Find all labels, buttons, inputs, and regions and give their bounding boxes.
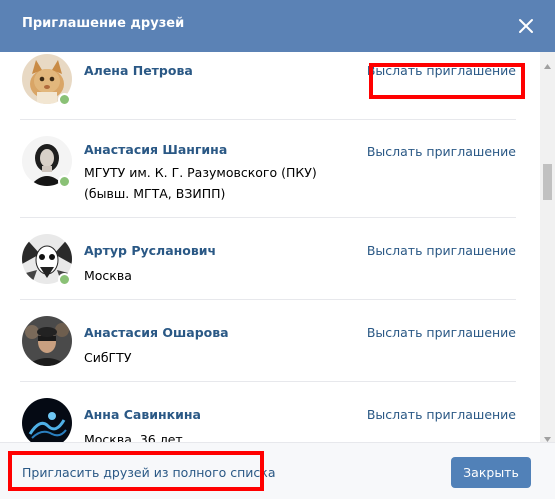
friend-row: Анастасия Шангина МГУТУ им. К. Г. Разумо… bbox=[20, 120, 516, 218]
modal-title: Приглашение друзей bbox=[22, 16, 185, 31]
friend-row: Алена Петрова Выслать приглашение bbox=[20, 52, 516, 120]
friend-description: Москва bbox=[84, 268, 132, 283]
close-button[interactable]: Закрыть bbox=[451, 457, 531, 488]
close-icon[interactable] bbox=[513, 13, 539, 39]
send-invite-link[interactable]: Выслать приглашение bbox=[367, 407, 516, 422]
scroll-down-arrow-icon[interactable] bbox=[543, 429, 552, 442]
friend-row: Анна Савинкина Москва, 36 лет Выслать пр… bbox=[20, 382, 516, 442]
send-invite-link[interactable]: Выслать приглашение bbox=[367, 63, 516, 78]
modal-footer: Пригласить друзей из полного списка Закр… bbox=[0, 442, 555, 499]
friend-row: Анастасия Ошарова СибГТУ Выслать приглаш… bbox=[20, 300, 516, 382]
friend-name[interactable]: Алена Петрова bbox=[84, 63, 193, 78]
avatar[interactable] bbox=[22, 316, 72, 366]
online-indicator bbox=[58, 175, 71, 188]
send-invite-link[interactable]: Выслать приглашение bbox=[367, 144, 516, 159]
online-indicator bbox=[58, 273, 71, 286]
scroll-up-arrow-icon[interactable] bbox=[543, 56, 552, 69]
friend-description: МГУТУ им. К. Г. Разумовского (ПКУ) (бывш… bbox=[84, 165, 317, 201]
friend-description: Москва, 36 лет bbox=[84, 432, 183, 442]
scrollbar[interactable] bbox=[540, 52, 555, 442]
friend-name[interactable]: Анна Савинкина bbox=[84, 407, 201, 422]
online-indicator bbox=[58, 93, 71, 106]
friends-list: Алена Петрова Выслать приглашение Анаста… bbox=[0, 52, 540, 442]
friend-name[interactable]: Анастасия Шангина bbox=[84, 142, 227, 157]
send-invite-link[interactable]: Выслать приглашение bbox=[367, 325, 516, 340]
send-invite-link[interactable]: Выслать приглашение bbox=[367, 243, 516, 258]
scrollbar-thumb[interactable] bbox=[543, 164, 552, 200]
invite-from-full-list-link[interactable]: Пригласить друзей из полного списка bbox=[22, 465, 276, 480]
friend-row: Артур Русланович Москва Выслать приглаше… bbox=[20, 218, 516, 300]
friend-name[interactable]: Артур Русланович bbox=[84, 243, 216, 258]
friend-description: СибГТУ bbox=[84, 350, 132, 365]
friend-name[interactable]: Анастасия Ошарова bbox=[84, 325, 229, 340]
avatar[interactable] bbox=[22, 398, 72, 442]
modal-header: Приглашение друзей bbox=[0, 0, 555, 52]
